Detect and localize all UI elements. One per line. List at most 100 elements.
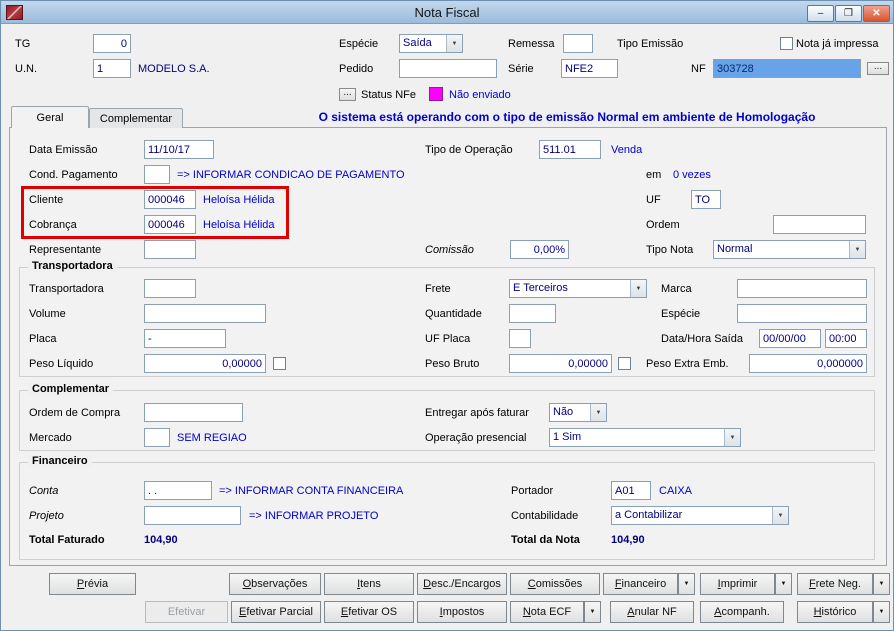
tab-complementar-label: Complementar (99, 112, 173, 125)
especie-combo-value: Saída (403, 37, 432, 49)
remessa-input[interactable] (563, 34, 593, 53)
chevron-down-icon[interactable]: ▼ (772, 507, 788, 524)
mercado-label: Mercado (29, 432, 72, 444)
uf-placa-label: UF Placa (425, 333, 471, 345)
tab-complementar[interactable]: Complementar (89, 108, 183, 128)
close-button[interactable]: ✕ (863, 5, 890, 22)
observacoes-button[interactable]: Observações (229, 573, 321, 595)
imprimir-dropdown-button[interactable]: ▼ (775, 573, 792, 595)
peso-bruto-input[interactable] (509, 354, 612, 373)
chevron-down-icon[interactable]: ▼ (724, 429, 740, 446)
frete-neg-button[interactable]: Frete Neg. (797, 573, 873, 595)
tipo-nota-combo[interactable]: Normal ▼ (713, 240, 866, 259)
chevron-down-icon[interactable]: ▼ (849, 241, 865, 258)
efetivar-button[interactable]: Efetivar (145, 601, 228, 623)
status-nfe-lookup-button[interactable]: ... (339, 88, 356, 101)
titlebar: Nota Fiscal (1, 1, 893, 24)
tg-input[interactable] (93, 34, 131, 53)
peso-liquido-checkbox[interactable] (273, 357, 286, 370)
desc-encargos-button[interactable]: Desc./Encargos (417, 573, 507, 595)
pedido-input[interactable] (399, 59, 497, 78)
projeto-label: Projeto (29, 510, 64, 522)
nf-lookup-button[interactable]: ... (867, 62, 889, 75)
ordem-compra-label: Ordem de Compra (29, 407, 121, 419)
frete-neg-dropdown-button[interactable]: ▼ (873, 573, 890, 595)
transportadora-input[interactable] (144, 279, 196, 298)
imprimir-button[interactable]: Imprimir (700, 573, 775, 595)
peso-liquido-input[interactable] (144, 354, 266, 373)
company-name-text: MODELO S.A. (138, 63, 210, 75)
tab-geral[interactable]: Geral (11, 106, 89, 128)
acompanh-button[interactable]: Acompanh. (700, 601, 784, 623)
nf-label: NF (691, 63, 706, 75)
uf-input[interactable] (691, 190, 721, 209)
especie-combo[interactable]: Saída ▼ (399, 34, 463, 53)
volume-input[interactable] (144, 304, 266, 323)
parcelas-value: 0 vezes (673, 169, 711, 181)
financeiro-dropdown-button[interactable]: ▼ (678, 573, 695, 595)
peso-extra-input[interactable] (749, 354, 867, 373)
entregar-apos-faturar-label: Entregar após faturar (425, 407, 529, 419)
entregar-apos-faturar-combo[interactable]: Não ▼ (549, 403, 607, 422)
pedido-label: Pedido (339, 63, 374, 75)
cobranca-input[interactable] (144, 215, 196, 234)
contabilidade-combo-value: a Contabilizar (615, 509, 683, 521)
data-emissao-input[interactable] (144, 140, 214, 159)
data-saida-input[interactable] (759, 329, 821, 348)
ordem-compra-input[interactable] (144, 403, 243, 422)
cond-pagamento-label: Cond. Pagamento (29, 169, 118, 181)
close-icon: ✕ (872, 7, 881, 19)
nota-ecf-button[interactable]: Nota ECF (510, 601, 584, 623)
historico-dropdown-button[interactable]: ▼ (873, 601, 890, 623)
tipo-nota-combo-value: Normal (717, 243, 753, 255)
mercado-input[interactable] (144, 428, 170, 447)
marca-input[interactable] (737, 279, 867, 298)
serie-input[interactable] (561, 59, 618, 78)
operacao-presencial-combo[interactable]: 1 Sim ▼ (549, 428, 741, 447)
nota-ja-impressa-checkbox[interactable] (780, 37, 793, 50)
cond-pagamento-input[interactable] (144, 165, 170, 184)
un-input[interactable] (93, 59, 131, 78)
frete-combo[interactable]: E Terceiros ▼ (509, 279, 647, 298)
historico-button[interactable]: Histórico (797, 601, 873, 623)
especie-transp-label: Espécie (661, 308, 701, 320)
nota-ecf-dropdown-button[interactable]: ▼ (584, 601, 601, 623)
tab-geral-label: Geral (36, 111, 64, 124)
previa-button[interactable]: Prévia (49, 573, 136, 595)
portador-input[interactable] (611, 481, 651, 500)
representante-input[interactable] (144, 240, 196, 259)
comissoes-button[interactable]: Comissões (510, 573, 600, 595)
impostos-button[interactable]: Impostos (417, 601, 507, 623)
projeto-input[interactable] (144, 506, 241, 525)
chevron-down-icon: ▼ (589, 609, 596, 615)
minimize-button[interactable]: – (807, 5, 834, 22)
contabilidade-combo[interactable]: a Contabilizar ▼ (611, 506, 789, 525)
conta-input[interactable] (144, 481, 212, 500)
chevron-down-icon[interactable]: ▼ (446, 35, 462, 52)
status-nfe-label: Status NFe (361, 89, 417, 101)
nf-input[interactable] (713, 59, 861, 78)
financeiro-button[interactable]: Financeiro (603, 573, 678, 595)
maximize-button[interactable]: ❐ (835, 5, 862, 22)
peso-bruto-checkbox[interactable] (618, 357, 631, 370)
hora-saida-input[interactable] (825, 329, 867, 348)
efetivar-os-button[interactable]: Efetivar OS (324, 601, 414, 623)
chevron-down-icon[interactable]: ▼ (590, 404, 606, 421)
comissao-input[interactable] (510, 240, 569, 259)
efetivar-parcial-button[interactable]: Efetivar Parcial (231, 601, 321, 623)
portador-label: Portador (511, 485, 554, 497)
ordem-input[interactable] (773, 215, 866, 234)
anular-nf-button[interactable]: Anular NF (610, 601, 694, 623)
cliente-input[interactable] (144, 190, 196, 209)
nota-ja-impressa-label: Nota já impressa (796, 38, 879, 50)
cond-pagamento-hint: => INFORMAR CONDICAO DE PAGAMENTO (177, 169, 405, 181)
frete-combo-value: E Terceiros (513, 282, 568, 294)
tipo-operacao-input[interactable] (539, 140, 601, 159)
uf-placa-input[interactable] (509, 329, 531, 348)
itens-button[interactable]: Itens (324, 573, 414, 595)
placa-input[interactable] (144, 329, 226, 348)
status-nfe-color-swatch (429, 87, 443, 101)
chevron-down-icon[interactable]: ▼ (630, 280, 646, 297)
quantidade-input[interactable] (509, 304, 556, 323)
especie-transp-input[interactable] (737, 304, 867, 323)
